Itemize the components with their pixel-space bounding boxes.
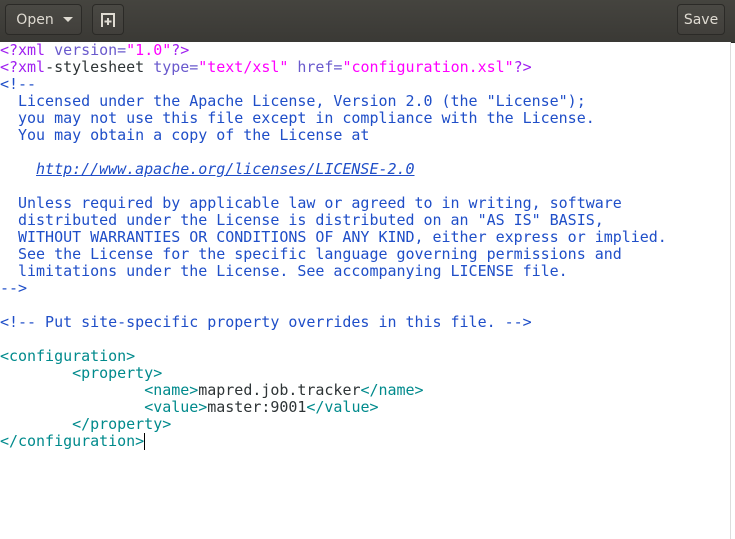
code-token: version= bbox=[54, 41, 127, 59]
code-token: you may not use this file except in comp… bbox=[0, 109, 595, 127]
code-line[interactable] bbox=[0, 297, 730, 314]
code-line[interactable]: distributed under the License is distrib… bbox=[0, 212, 730, 229]
code-line[interactable]: </configuration> bbox=[0, 433, 730, 450]
code-line[interactable]: <?xml-stylesheet type="text/xsl" href="c… bbox=[0, 59, 730, 76]
code-token: <configuration> bbox=[0, 347, 136, 365]
code-line[interactable]: --> bbox=[0, 280, 730, 297]
code-token: distributed under the License is distrib… bbox=[0, 211, 604, 229]
code-token: <!-- bbox=[0, 75, 37, 93]
code-token: <property> bbox=[72, 364, 163, 382]
code-line[interactable]: WITHOUT WARRANTIES OR CONDITIONS OF ANY … bbox=[0, 229, 730, 246]
code-token: "text/xsl" bbox=[198, 58, 289, 76]
code-line[interactable]: <!-- Put site-specific property override… bbox=[0, 314, 730, 331]
code-token: <value> bbox=[144, 398, 208, 416]
code-line[interactable]: Unless required by applicable law or agr… bbox=[0, 195, 730, 212]
code-token: master:9001 bbox=[207, 398, 307, 416]
code-line[interactable] bbox=[0, 331, 730, 348]
open-button[interactable]: Open bbox=[5, 4, 82, 35]
code-token: href= bbox=[297, 58, 343, 76]
code-token: limitations under the License. See accom… bbox=[0, 262, 568, 280]
code-token: </configuration> bbox=[0, 432, 145, 450]
code-token: --> bbox=[0, 279, 28, 297]
code-token: <?xml bbox=[0, 58, 46, 76]
code-line[interactable]: <!-- bbox=[0, 76, 730, 93]
code-token: You may obtain a copy of the License at bbox=[0, 126, 370, 144]
text-cursor bbox=[144, 433, 146, 450]
code-line[interactable]: <property> bbox=[0, 365, 730, 382]
text-editor[interactable]: <?xml version="1.0"?> <?xml-stylesheet ty… bbox=[0, 42, 731, 539]
code-token: "configuration.xsl" bbox=[342, 58, 514, 76]
code-token: Licensed under the Apache License, Versi… bbox=[0, 92, 586, 110]
code-token: type= bbox=[153, 58, 199, 76]
license-link[interactable]: http://www.apache.org/licenses/LICENSE-2… bbox=[36, 160, 414, 178]
code-token: Unless required by applicable law or agr… bbox=[0, 194, 622, 212]
code-token: <?xml bbox=[0, 41, 55, 59]
open-label: Open bbox=[16, 11, 54, 28]
code-line[interactable]: <?xml version="1.0"?> bbox=[0, 42, 730, 59]
code-token: </name> bbox=[360, 381, 424, 399]
new-document-icon bbox=[101, 12, 115, 27]
code-line[interactable]: Licensed under the Apache License, Versi… bbox=[0, 93, 730, 110]
code-token: mapred.job.tracker bbox=[198, 381, 361, 399]
code-line[interactable]: <configuration> bbox=[0, 348, 730, 365]
code-token: -stylesheet bbox=[45, 58, 154, 76]
code-token: ?> bbox=[513, 58, 532, 76]
code-line[interactable]: limitations under the License. See accom… bbox=[0, 263, 730, 280]
code-line[interactable]: <value>master:9001</value> bbox=[0, 399, 730, 416]
code-line[interactable]: you may not use this file except in comp… bbox=[0, 110, 730, 127]
code-line[interactable]: See the License for the specific languag… bbox=[0, 246, 730, 263]
code-token: </value> bbox=[306, 398, 379, 416]
code-token: ?> bbox=[171, 41, 190, 59]
code-line[interactable]: <name>mapred.job.tracker</name> bbox=[0, 382, 730, 399]
code-line[interactable]: You may obtain a copy of the License at bbox=[0, 127, 730, 144]
code-token: WITHOUT WARRANTIES OR CONDITIONS OF ANY … bbox=[0, 228, 667, 246]
code-view[interactable]: <?xml version="1.0"?> <?xml-stylesheet ty… bbox=[0, 42, 730, 450]
code-line[interactable]: http://www.apache.org/licenses/LICENSE-2… bbox=[0, 161, 730, 178]
code-token: <!-- Put site-specific property override… bbox=[0, 313, 532, 331]
code-token: "1.0" bbox=[126, 41, 172, 59]
code-line[interactable] bbox=[0, 144, 730, 161]
header-bar: Open Save bbox=[0, 0, 735, 43]
save-button[interactable]: Save bbox=[677, 4, 725, 35]
code-token: </property> bbox=[72, 415, 172, 433]
code-line[interactable]: </property> bbox=[0, 416, 730, 433]
code-token: <name> bbox=[144, 381, 199, 399]
chevron-down-icon bbox=[62, 17, 73, 22]
code-token: See the License for the specific languag… bbox=[0, 245, 622, 263]
new-document-button[interactable] bbox=[92, 4, 124, 35]
code-line[interactable] bbox=[0, 178, 730, 195]
